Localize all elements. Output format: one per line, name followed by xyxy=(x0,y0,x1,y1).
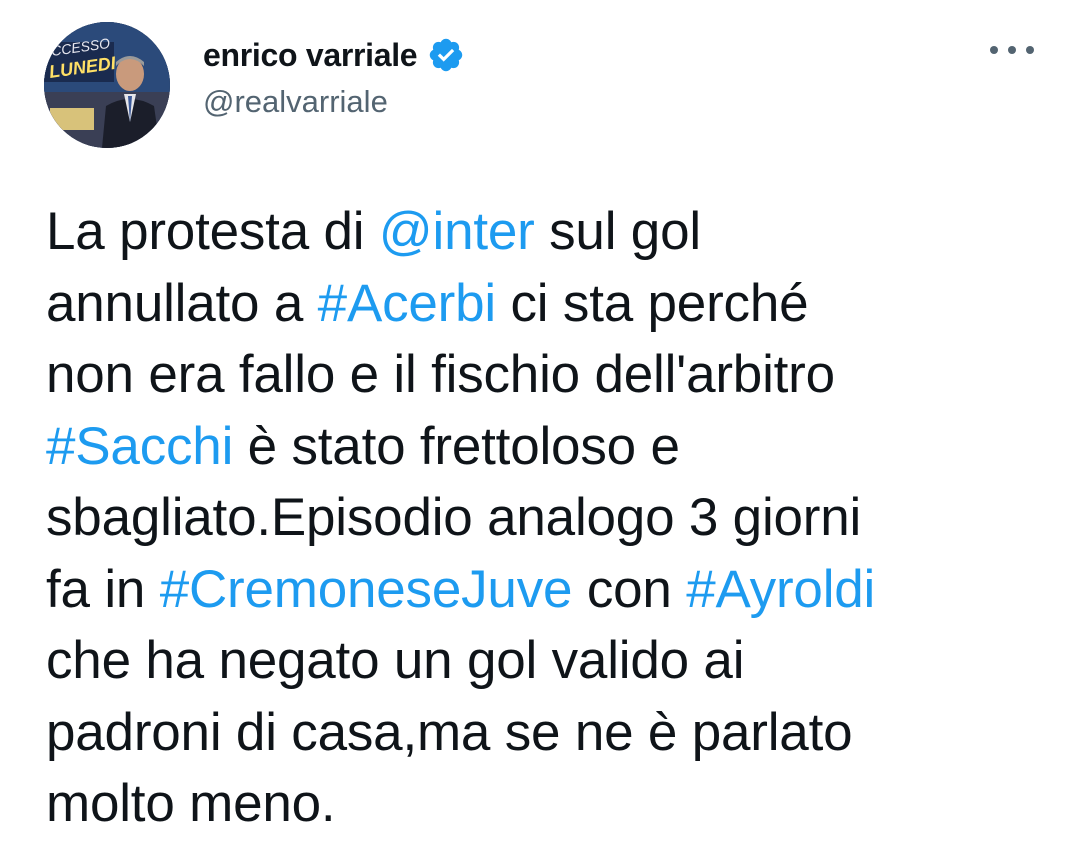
tweet-text-line: sbagliato.Episodio analogo 3 giorni xyxy=(46,482,1046,554)
tweet-text-segment: sbagliato.Episodio analogo 3 giorni xyxy=(46,488,862,547)
author-name-row: enrico varriale xyxy=(203,32,465,78)
tweet-text-segment: molto meno. xyxy=(46,774,336,833)
tweet-text-line: #Sacchi è stato frettoloso e xyxy=(46,411,1046,483)
more-dot xyxy=(1008,46,1016,54)
hashtag-link[interactable]: #Sacchi xyxy=(46,417,233,476)
tweet-text-segment: è stato frettoloso e xyxy=(233,416,680,476)
tweet-text: La protesta di @inter sul gol annullato a… xyxy=(46,196,1046,840)
author-display-name[interactable]: enrico varriale xyxy=(203,37,418,74)
tweet-text-line: molto meno. xyxy=(46,768,1046,840)
tweet-text-line: fa in #CremoneseJuve con #Ayroldi xyxy=(46,554,1046,626)
tweet-header: enrico varriale @realvarriale xyxy=(203,32,465,120)
tweet-text-line: non era fallo e il fischio dell'arbitro xyxy=(46,339,1046,411)
hashtag-link[interactable]: #CremoneseJuve xyxy=(160,560,573,619)
avatar-image: CCESSO LUNEDI xyxy=(44,22,170,148)
tweet-text-line: annullato a #Acerbi ci sta perché xyxy=(46,268,1046,340)
tweet-text-segment: La protesta di xyxy=(46,202,379,261)
tweet-text-segment: non era fallo e il fischio dell'arbitro xyxy=(46,345,835,404)
tweet-text-line: padroni di casa,ma se ne è parlato xyxy=(46,697,1046,769)
tweet-text-line: che ha negato un gol valido ai xyxy=(46,625,1046,697)
more-dot xyxy=(1026,46,1034,54)
avatar[interactable]: CCESSO LUNEDI xyxy=(44,22,170,148)
more-options-icon[interactable] xyxy=(990,40,1034,60)
tweet-text-segment: fa in xyxy=(46,559,160,619)
tweet-text-segment: sul gol xyxy=(534,202,701,261)
tweet-text-segment: che ha negato un gol valido ai xyxy=(46,631,745,690)
verified-badge-icon xyxy=(427,36,465,74)
mention-link[interactable]: @inter xyxy=(379,202,535,261)
more-dot xyxy=(990,46,998,54)
tweet-text-segment: padroni di casa,ma se ne è parlato xyxy=(46,702,853,762)
tweet-text-segment: annullato a xyxy=(46,273,318,333)
hashtag-link[interactable]: #Ayroldi xyxy=(686,560,875,619)
tweet-card: CCESSO LUNEDI enrico varriale @realvarri… xyxy=(0,0,1080,868)
hashtag-link[interactable]: #Acerbi xyxy=(318,274,497,333)
tweet-text-segment: con xyxy=(572,559,687,619)
author-handle[interactable]: @realvarriale xyxy=(203,84,465,120)
tweet-text-segment: ci sta perché xyxy=(495,273,809,333)
tweet-text-line: La protesta di @inter sul gol xyxy=(46,196,1046,268)
